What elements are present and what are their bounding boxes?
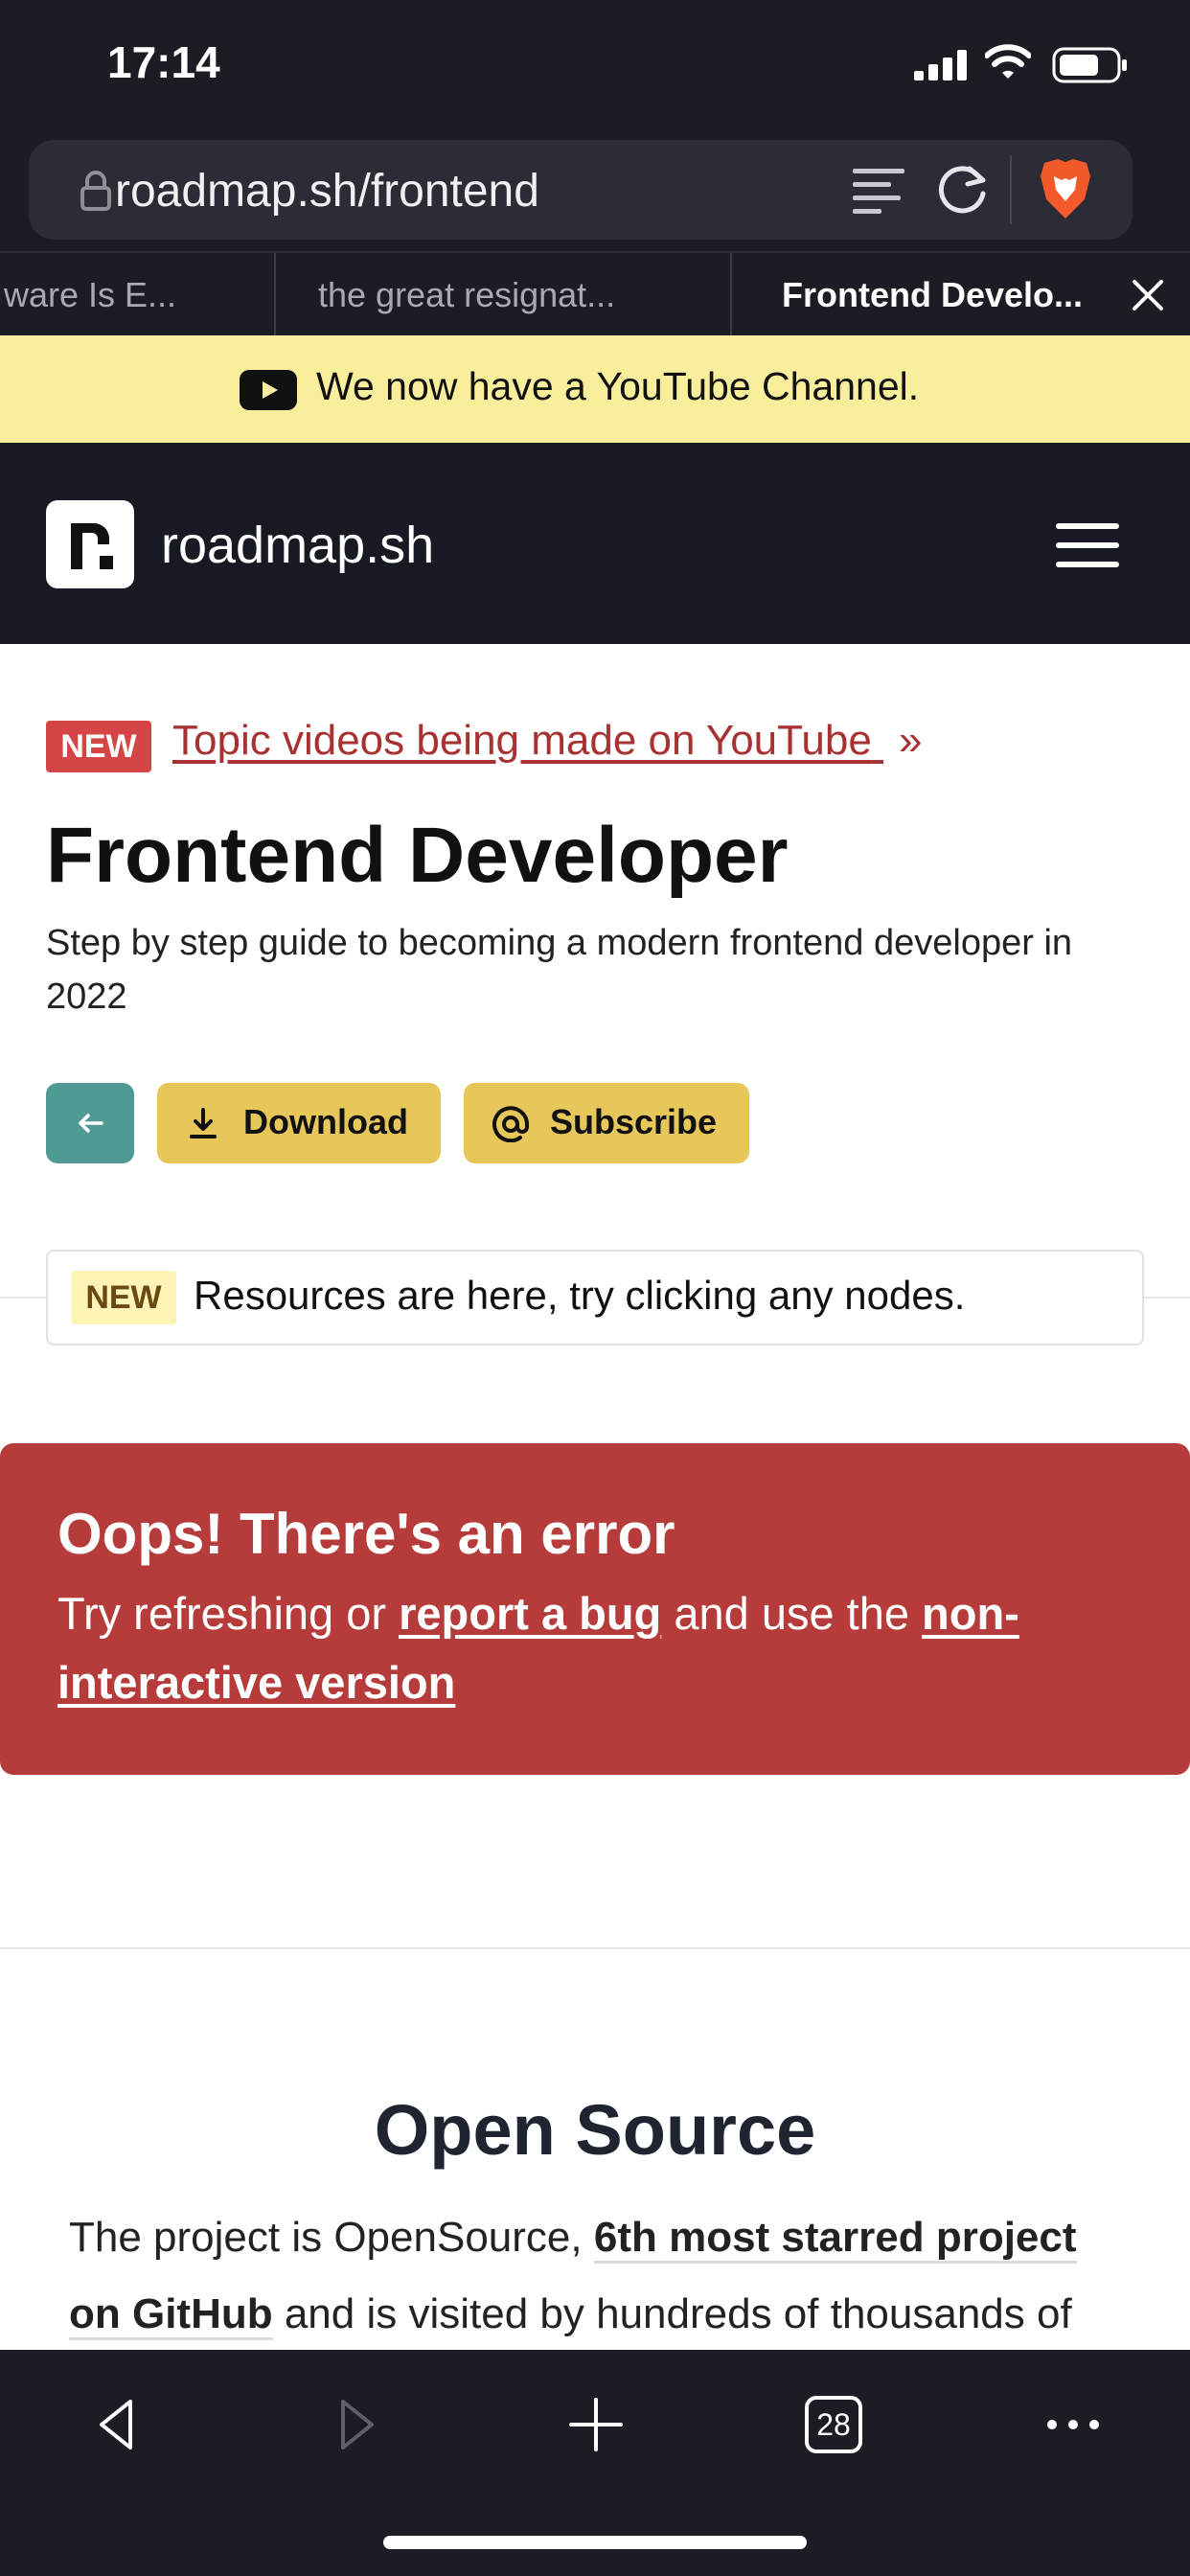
hamburger-menu-icon[interactable] <box>1056 523 1119 567</box>
download-button[interactable]: Download <box>157 1083 441 1163</box>
status-time: 17:14 <box>107 37 220 87</box>
subscribe-label: Subscribe <box>550 1102 718 1141</box>
lock-icon <box>80 171 111 211</box>
topic-link-arrow: » <box>899 717 923 764</box>
browser-tab[interactable]: the great resignat... <box>272 253 732 337</box>
page-description: Step by step guide to becoming a modern … <box>46 923 1073 1017</box>
close-tab-icon[interactable] <box>1127 274 1169 316</box>
section-divider <box>0 1947 1190 1949</box>
error-text: Try refreshing or <box>57 1588 400 1639</box>
site-logo[interactable] <box>46 500 134 588</box>
browser-tab-active[interactable]: Frontend Develo... <box>734 253 1190 337</box>
page-title: Frontend Developer <box>46 812 789 899</box>
home-indicator[interactable] <box>383 2536 807 2549</box>
report-bug-link[interactable]: report a bug <box>399 1588 661 1639</box>
error-title: Oops! There's an error <box>57 1502 675 1566</box>
youtube-icon <box>240 370 297 410</box>
address-bar[interactable]: roadmap.sh/frontend <box>29 140 1133 240</box>
wifi-icon <box>985 44 1031 79</box>
error-alert: Oops! There's an error Try refreshing or… <box>0 1443 1190 1775</box>
forward-icon[interactable] <box>320 2390 389 2459</box>
resources-notice: NEW Resources are here, try clicking any… <box>46 1250 1144 1346</box>
topic-link-text[interactable]: Topic videos being made on YouTube <box>172 717 872 764</box>
open-source-text-continued: on GitHub and is visited by hundreds of … <box>69 2290 1072 2340</box>
subscribe-button[interactable]: Subscribe <box>464 1083 749 1163</box>
open-source-text-part: The project is OpenSource, <box>69 2214 594 2261</box>
browser-tab[interactable]: ware Is E... <box>0 253 276 337</box>
more-menu-icon[interactable] <box>1039 2390 1108 2459</box>
open-source-text: The project is OpenSource, 6th most star… <box>69 2214 1077 2264</box>
reader-mode-icon[interactable] <box>851 165 906 215</box>
open-source-text-part: and is visited by hundreds of thousands … <box>272 2290 1072 2337</box>
error-message-continued: interactive version <box>57 1656 455 1709</box>
site-header: roadmap.sh <box>0 443 1190 644</box>
new-tab-icon[interactable] <box>561 2390 630 2459</box>
new-badge: NEW <box>71 1271 176 1324</box>
at-sign-icon <box>492 1106 529 1142</box>
url-text[interactable]: roadmap.sh/frontend <box>115 165 539 218</box>
new-badge: NEW <box>46 721 151 772</box>
tab-count: 28 <box>816 2407 851 2442</box>
resources-notice-text: Resources are here, try clicking any nod… <box>194 1273 966 1318</box>
brave-shields-icon[interactable] <box>1037 157 1094 220</box>
error-text: and use the <box>661 1588 923 1639</box>
youtube-topic-link[interactable]: Topic videos being made on YouTube » <box>172 717 923 765</box>
error-message: Try refreshing or report a bug and use t… <box>57 1587 1019 1640</box>
github-stars-link[interactable]: 6th most starred project <box>593 2214 1077 2264</box>
banner-text: We now have a YouTube Channel. <box>316 364 920 408</box>
tab-switcher-button[interactable]: 28 <box>799 2390 868 2459</box>
download-icon <box>190 1108 217 1138</box>
tab-strip: ware Is E... the great resignat... Front… <box>0 251 1190 337</box>
site-name[interactable]: roadmap.sh <box>161 516 434 575</box>
reload-icon[interactable] <box>935 161 991 217</box>
github-link[interactable]: on GitHub <box>69 2290 273 2340</box>
back-icon[interactable] <box>84 2390 153 2459</box>
back-button[interactable] <box>46 1083 134 1163</box>
non-interactive-version-link[interactable]: interactive version <box>57 1657 455 1708</box>
non-interactive-version-link[interactable]: non- <box>922 1588 1019 1639</box>
battery-icon <box>1052 47 1127 83</box>
cellular-signal-icon <box>914 50 967 80</box>
download-label: Download <box>243 1102 408 1141</box>
arrow-left-icon <box>79 1114 103 1133</box>
logo-r-icon <box>71 523 113 569</box>
address-bar-divider <box>1010 155 1012 224</box>
youtube-banner[interactable]: We now have a YouTube Channel. <box>0 335 1190 443</box>
open-source-title: Open Source <box>374 2090 816 2170</box>
